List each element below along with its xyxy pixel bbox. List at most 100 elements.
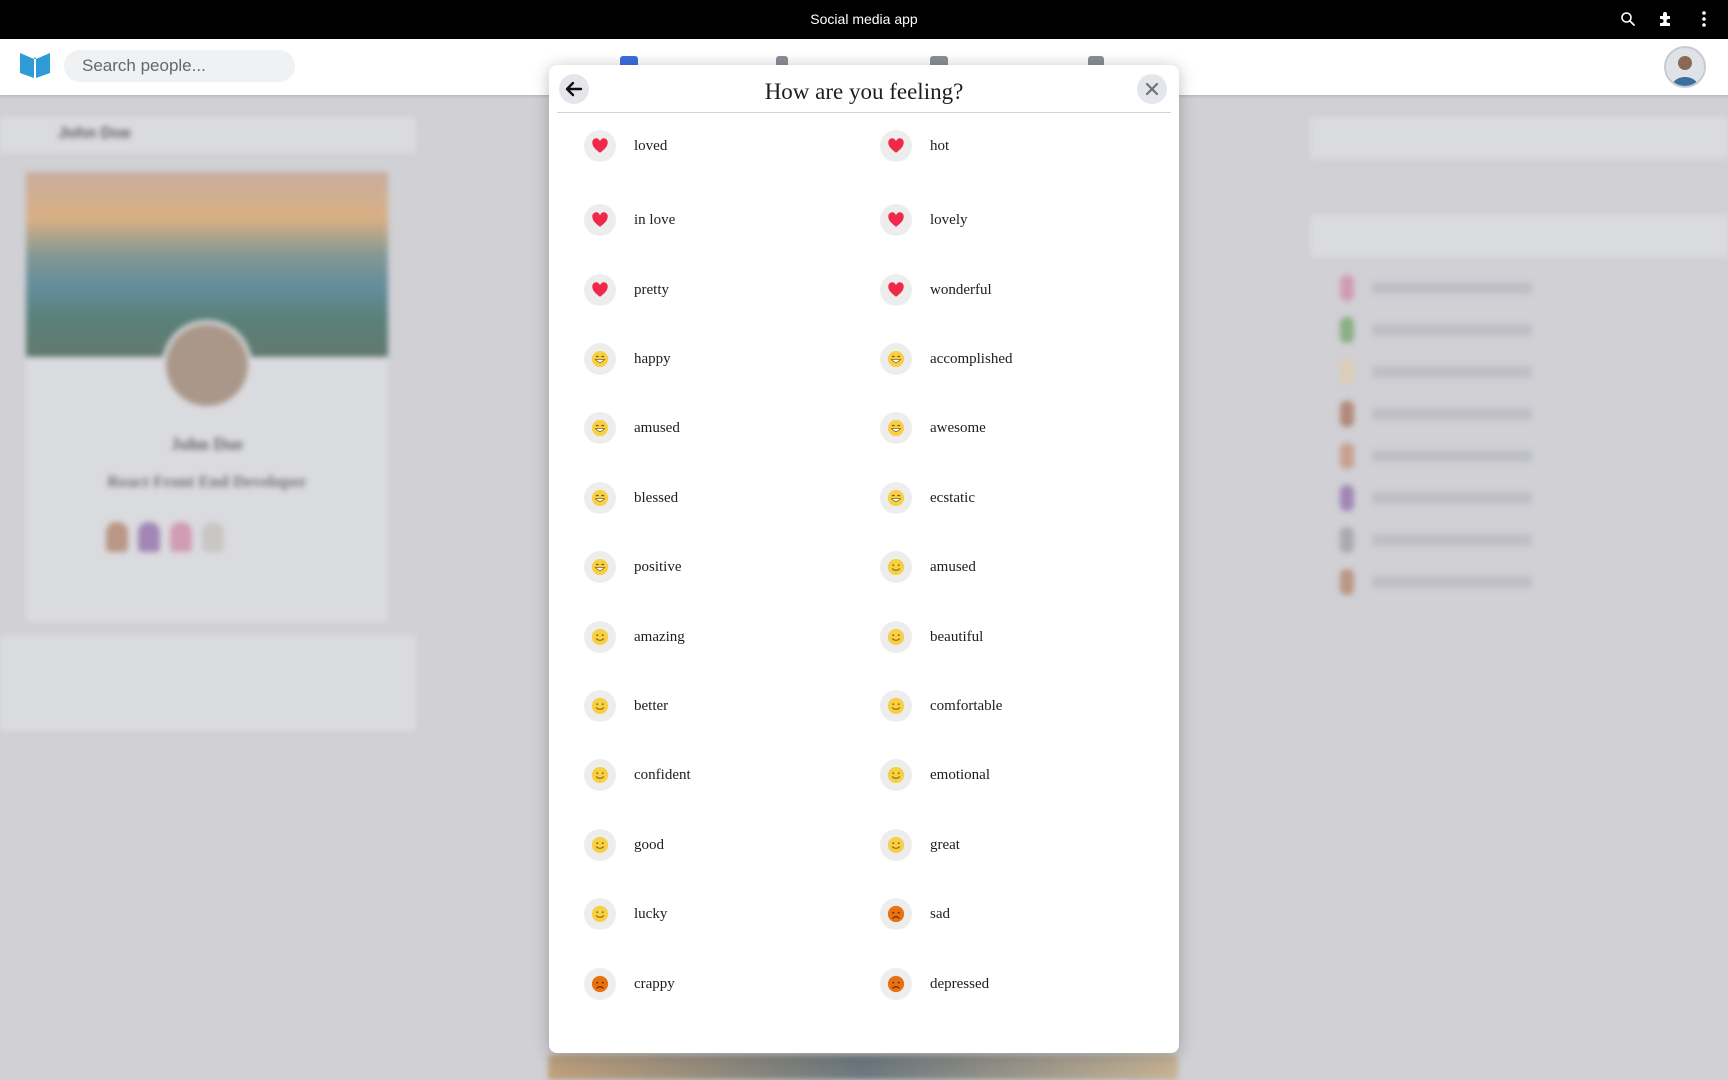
feelings-row: amazing beautiful: [549, 617, 1179, 657]
sad-icon: [880, 898, 912, 930]
heart-icon: [880, 204, 912, 236]
feelings-row: good great: [549, 825, 1179, 865]
feeling-option-sad[interactable]: sad: [880, 894, 1130, 934]
feeling-label: depressed: [930, 975, 990, 992]
feeling-option-emotional[interactable]: emotional: [880, 755, 1130, 795]
feeling-option-in-love[interactable]: in love: [584, 200, 834, 240]
smile-icon: [880, 690, 912, 722]
search-input[interactable]: [64, 50, 295, 82]
feeling-label: hot: [930, 137, 950, 154]
grin-icon: [584, 551, 616, 583]
smile-icon: [880, 759, 912, 791]
smile-icon: [584, 759, 616, 791]
window-titlebar: Social media app: [0, 0, 1728, 39]
feeling-option-lovely[interactable]: lovely: [880, 200, 1130, 240]
feeling-option-beautiful[interactable]: beautiful: [880, 617, 1130, 657]
heart-icon: [880, 130, 912, 162]
feeling-label: confident: [634, 766, 691, 783]
sad-icon: [880, 968, 912, 1000]
feelings-row: amused awesome: [549, 408, 1179, 448]
feeling-label: awesome: [930, 419, 986, 436]
feelings-row: loved hot: [549, 126, 1179, 166]
feeling-option-amused[interactable]: amused: [584, 408, 834, 448]
feeling-label: accomplished: [930, 350, 1013, 367]
feeling-label: loved: [634, 137, 668, 154]
feeling-label: emotional: [930, 766, 990, 783]
feeling-label: better: [634, 697, 669, 714]
feelings-row: better comfortable: [549, 686, 1179, 726]
feeling-label: amused: [634, 419, 680, 436]
grin-icon: [584, 482, 616, 514]
extensions-icon[interactable]: [1656, 8, 1676, 30]
feeling-option-positive[interactable]: positive: [584, 547, 834, 587]
feeling-option-ecstatic[interactable]: ecstatic: [880, 478, 1130, 518]
feelings-row: confident emotional: [549, 755, 1179, 795]
app-logo-icon[interactable]: [18, 50, 52, 80]
feeling-label: amused: [930, 558, 976, 575]
feelings-row: in love lovely: [549, 200, 1179, 240]
zoom-icon[interactable]: [1618, 8, 1638, 30]
feeling-option-amused[interactable]: amused: [880, 547, 1130, 587]
modal-title: How are you feeling?: [764, 79, 964, 104]
heart-icon: [584, 204, 616, 236]
feeling-label: beautiful: [930, 628, 984, 645]
smile-icon: [584, 898, 616, 930]
grin-icon: [584, 343, 616, 375]
feeling-option-hot[interactable]: hot: [880, 126, 1130, 166]
feeling-label: great: [930, 836, 960, 853]
feelings-row: pretty wonderful: [549, 270, 1179, 310]
feeling-option-accomplished[interactable]: accomplished: [880, 339, 1130, 379]
feeling-label: wonderful: [930, 281, 992, 298]
feeling-label: lovely: [930, 211, 968, 228]
smile-icon: [584, 621, 616, 653]
heart-icon: [880, 274, 912, 306]
grin-icon: [880, 343, 912, 375]
more-vert-icon[interactable]: [1694, 8, 1714, 30]
smile-icon: [584, 690, 616, 722]
feeling-option-crappy[interactable]: crappy: [584, 964, 834, 1004]
feeling-modal: How are you feeling? loved hot in love love…: [549, 65, 1179, 1053]
feeling-label: ecstatic: [930, 489, 975, 506]
smile-icon: [584, 829, 616, 861]
smile-icon: [880, 621, 912, 653]
feeling-label: amazing: [634, 628, 685, 645]
feeling-option-great[interactable]: great: [880, 825, 1130, 865]
close-icon: [1145, 82, 1159, 96]
feeling-label: good: [634, 836, 664, 853]
feeling-option-depressed[interactable]: depressed: [880, 964, 1130, 1004]
feeling-option-awesome[interactable]: awesome: [880, 408, 1130, 448]
feeling-label: in love: [634, 211, 676, 228]
modal-divider: [557, 112, 1171, 113]
feelings-row: positive amused: [549, 547, 1179, 587]
feeling-option-happy[interactable]: happy: [584, 339, 834, 379]
feeling-option-comfortable[interactable]: comfortable: [880, 686, 1130, 726]
feeling-label: positive: [634, 558, 682, 575]
feelings-row: lucky sad: [549, 894, 1179, 934]
feelings-row: crappy depressed: [549, 964, 1179, 1004]
feelings-row: happy accomplished: [549, 339, 1179, 379]
feeling-label: lucky: [634, 905, 668, 922]
close-button[interactable]: [1137, 74, 1167, 104]
feeling-label: comfortable: [930, 697, 1003, 714]
feeling-option-wonderful[interactable]: wonderful: [880, 270, 1130, 310]
smile-icon: [880, 829, 912, 861]
feeling-option-confident[interactable]: confident: [584, 755, 834, 795]
smile-icon: [880, 551, 912, 583]
heart-icon: [584, 130, 616, 162]
feeling-option-amazing[interactable]: amazing: [584, 617, 834, 657]
window-title: Social media app: [810, 11, 918, 27]
grin-icon: [880, 412, 912, 444]
sad-icon: [584, 968, 616, 1000]
feeling-option-good[interactable]: good: [584, 825, 834, 865]
feeling-option-lucky[interactable]: lucky: [584, 894, 834, 934]
feeling-label: crappy: [634, 975, 675, 992]
grin-icon: [880, 482, 912, 514]
feeling-label: pretty: [634, 281, 669, 298]
feeling-option-better[interactable]: better: [584, 686, 834, 726]
feeling-option-blessed[interactable]: blessed: [584, 478, 834, 518]
feeling-option-pretty[interactable]: pretty: [584, 270, 834, 310]
header-avatar[interactable]: [1664, 46, 1706, 88]
feeling-option-loved[interactable]: loved: [584, 126, 834, 166]
feelings-row: blessed ecstatic: [549, 478, 1179, 518]
heart-icon: [584, 274, 616, 306]
